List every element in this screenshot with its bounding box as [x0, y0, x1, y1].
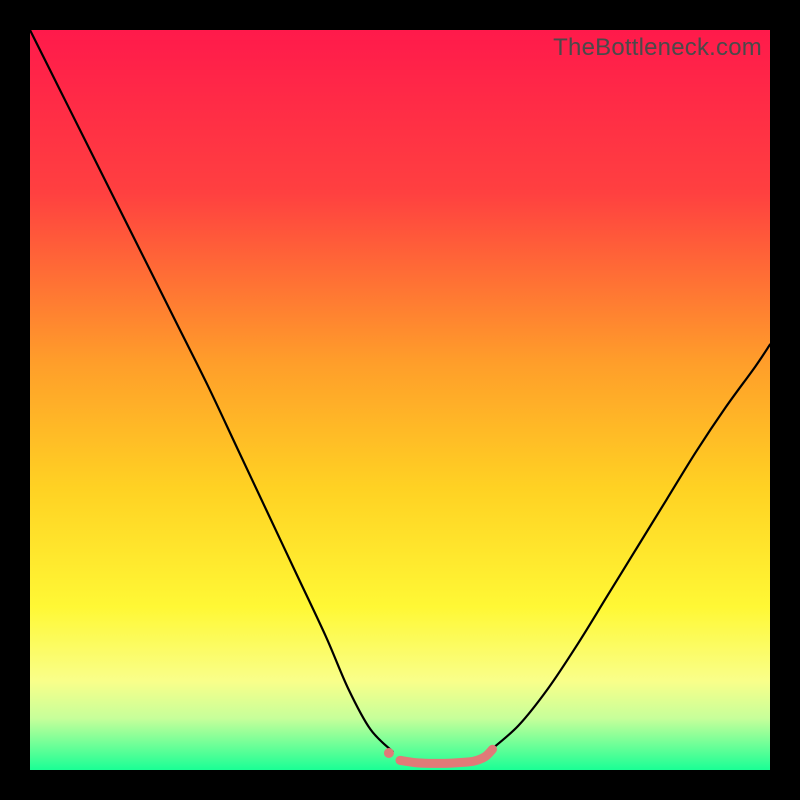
gradient-background — [30, 30, 770, 770]
bottleneck-curve-chart — [30, 30, 770, 770]
valley-start-dot — [384, 748, 394, 758]
watermark-label: TheBottleneck.com — [553, 34, 762, 62]
chart-frame: TheBottleneck.com — [30, 30, 770, 770]
